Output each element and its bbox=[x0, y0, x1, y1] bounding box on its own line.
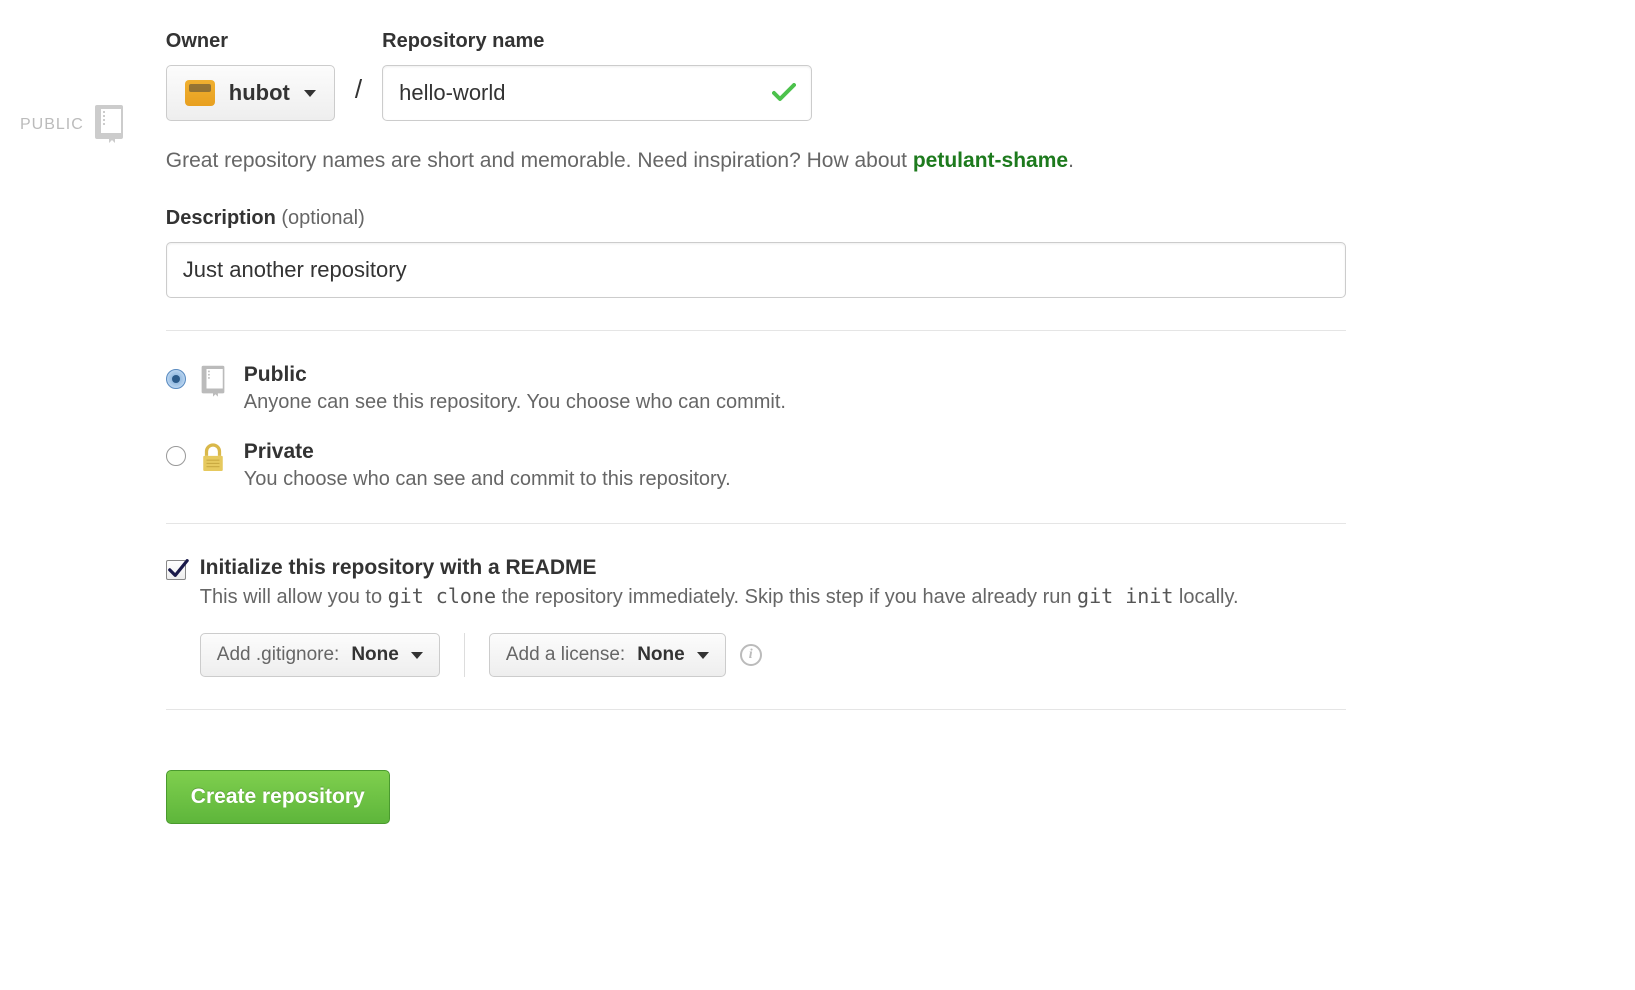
public-title: Public bbox=[244, 363, 786, 387]
license-select[interactable]: Add a license: None bbox=[489, 633, 726, 677]
readme-title: Initialize this repository with a README bbox=[200, 556, 1239, 580]
create-repository-button[interactable]: Create repository bbox=[166, 770, 390, 824]
info-icon[interactable]: i bbox=[740, 644, 762, 666]
repo-name-label: Repository name bbox=[382, 30, 812, 53]
visibility-public-option[interactable]: Public Anyone can see this repository. Y… bbox=[166, 363, 1346, 414]
license-label: Add a license: bbox=[506, 644, 625, 666]
name-suggestion-link[interactable]: petulant-shame bbox=[913, 149, 1068, 172]
owner-avatar-icon bbox=[185, 80, 215, 106]
owner-label: Owner bbox=[166, 30, 335, 53]
name-hint-suffix: . bbox=[1068, 149, 1074, 172]
readme-checkbox[interactable] bbox=[166, 560, 186, 580]
repo-icon bbox=[92, 105, 126, 145]
vertical-separator bbox=[464, 633, 465, 677]
name-hint: Great repository names are short and mem… bbox=[166, 149, 1346, 173]
caret-down-icon bbox=[411, 652, 423, 659]
radio-public[interactable] bbox=[166, 369, 186, 389]
caret-down-icon bbox=[697, 652, 709, 659]
description-label: Description (optional) bbox=[166, 207, 1346, 230]
divider bbox=[166, 709, 1346, 710]
divider bbox=[166, 330, 1346, 331]
caret-down-icon bbox=[304, 90, 316, 97]
private-subtitle: You choose who can see and commit to thi… bbox=[244, 468, 731, 491]
gitignore-select[interactable]: Add .gitignore: None bbox=[200, 633, 440, 677]
license-value: None bbox=[637, 644, 685, 666]
gitignore-label: Add .gitignore: bbox=[217, 644, 340, 666]
public-badge-label: PUBLIC bbox=[20, 116, 84, 134]
radio-private[interactable] bbox=[166, 446, 186, 466]
description-input[interactable] bbox=[166, 242, 1346, 298]
repo-public-icon bbox=[200, 365, 230, 404]
name-hint-prefix: Great repository names are short and mem… bbox=[166, 149, 913, 172]
description-label-bold: Description bbox=[166, 207, 276, 229]
code-git-clone: git clone bbox=[388, 584, 496, 608]
repo-name-input[interactable] bbox=[382, 65, 812, 121]
public-badge: PUBLIC bbox=[20, 30, 126, 145]
owner-select[interactable]: hubot bbox=[166, 65, 335, 121]
lock-icon bbox=[200, 442, 230, 479]
code-git-init: git init bbox=[1077, 584, 1173, 608]
visibility-private-option[interactable]: Private You choose who can see and commi… bbox=[166, 440, 1346, 491]
readme-subtitle: This will allow you to git clone the rep… bbox=[200, 584, 1239, 609]
private-title: Private bbox=[244, 440, 731, 464]
owner-selected-value: hubot bbox=[229, 80, 290, 106]
description-label-optional: (optional) bbox=[276, 207, 365, 229]
owner-repo-separator: / bbox=[335, 74, 382, 105]
check-icon bbox=[772, 83, 796, 103]
gitignore-value: None bbox=[351, 644, 399, 666]
public-subtitle: Anyone can see this repository. You choo… bbox=[244, 391, 786, 414]
divider bbox=[166, 523, 1346, 524]
